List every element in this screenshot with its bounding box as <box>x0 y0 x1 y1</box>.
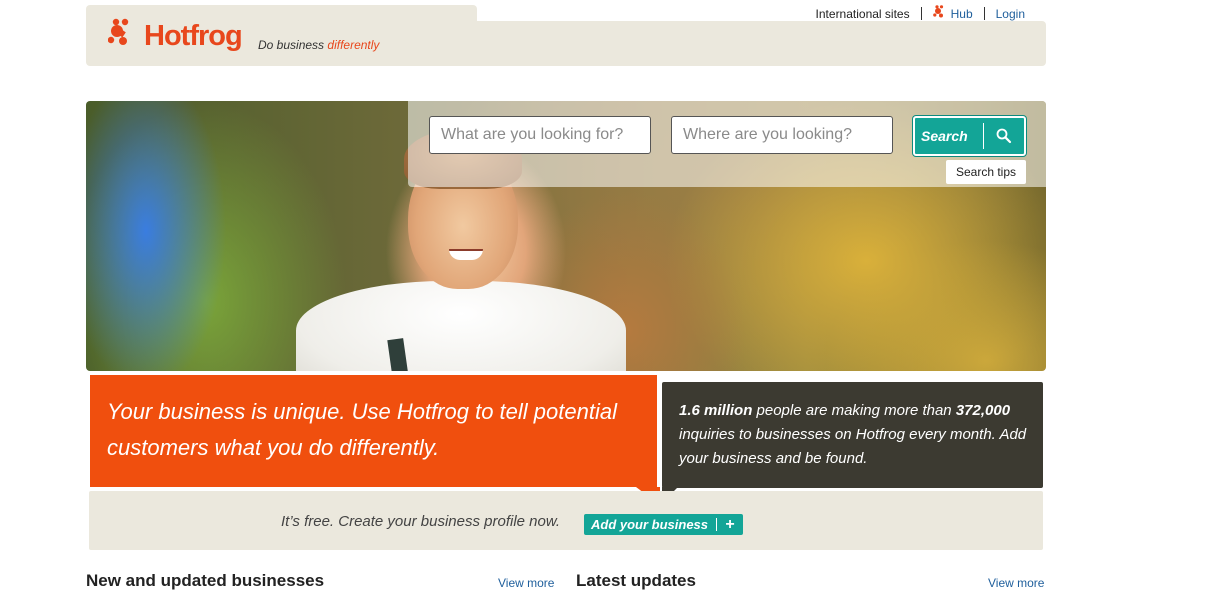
what-search-input[interactable] <box>429 116 651 154</box>
magnifier-icon <box>984 127 1024 145</box>
cta-text: It’s free. Create your business profile … <box>281 513 561 530</box>
promo-headline: Your business is unique. Use Hotfrog to … <box>107 399 617 460</box>
frog-paw-icon <box>932 5 949 22</box>
hub-label[interactable]: Hub <box>951 7 973 21</box>
new-businesses-view-more[interactable]: View more <box>498 576 554 590</box>
tagline-accent: differently <box>327 38 380 52</box>
cta-bar: It’s free. Create your business profile … <box>89 491 1043 550</box>
add-business-button[interactable]: Add your business + <box>584 514 743 535</box>
frog-paw-icon <box>107 18 144 54</box>
hub-link[interactable]: Hub <box>932 5 973 22</box>
stat-text-1: people are making more than <box>752 402 956 419</box>
logo[interactable]: Hotfrog <box>107 16 243 56</box>
search-button[interactable]: Search <box>913 116 1026 156</box>
divider <box>983 7 985 20</box>
search-button-label: Search <box>921 128 968 144</box>
hero-person-shirt <box>296 281 626 371</box>
promo-headline-box: Your business is unique. Use Hotfrog to … <box>89 374 658 488</box>
search-tips-link[interactable]: Search tips <box>946 160 1026 184</box>
latest-updates-heading: Latest updates <box>576 571 696 590</box>
international-sites-link[interactable]: International sites <box>816 7 910 21</box>
top-links: International sites Hub Login <box>816 5 1025 22</box>
logo-text: Hotfrog <box>144 19 243 52</box>
divider <box>920 7 922 20</box>
tagline: Do business differently <box>258 38 379 52</box>
tagline-plain: Do business <box>258 38 325 52</box>
promo-stats: 1.6 million people are making more than … <box>679 399 1039 471</box>
plus-icon: + <box>725 516 735 533</box>
stat-people: 1.6 million <box>679 402 753 419</box>
add-business-label: Add your business <box>591 517 709 532</box>
new-businesses-heading: New and updated businesses <box>86 571 325 590</box>
stat-text-2: inquiries to businesses on Hotfrog every… <box>679 426 1027 467</box>
latest-updates-view-more[interactable]: View more <box>988 576 1044 590</box>
login-link[interactable]: Login <box>996 7 1025 21</box>
where-search-input[interactable] <box>671 116 893 154</box>
promo-stats-box: 1.6 million people are making more than … <box>662 382 1043 488</box>
stat-inquiries: 372,000 <box>955 402 1011 419</box>
